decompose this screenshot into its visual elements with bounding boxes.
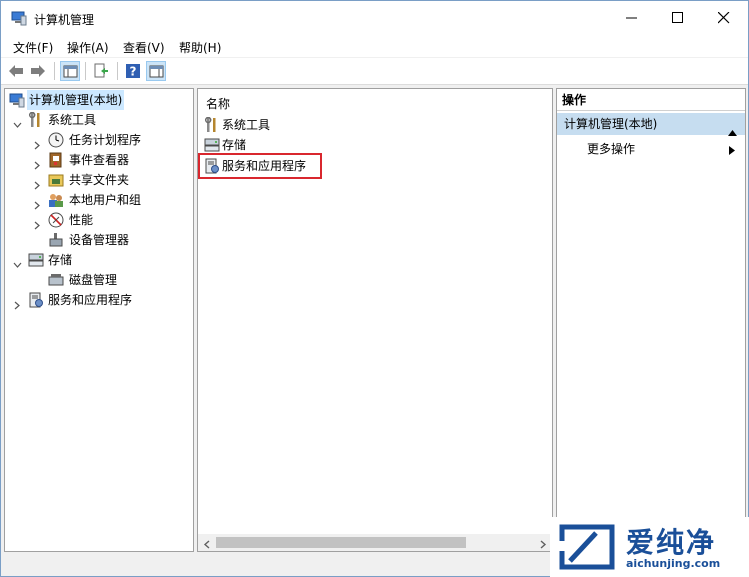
forward-button[interactable] <box>28 61 48 81</box>
services-icon <box>28 292 44 308</box>
more-actions-item[interactable]: 更多操作 <box>587 139 635 159</box>
maximize-button[interactable] <box>655 1 701 35</box>
back-button[interactable] <box>6 61 26 81</box>
menu-bar: 文件(F) 操作(A) 查看(V) 帮助(H) <box>1 35 748 57</box>
watermark: 爱纯净 aichunjing.com <box>550 517 749 577</box>
tree-label: 本地用户和组 <box>69 193 142 207</box>
action-pane-title: 操作 <box>557 89 745 111</box>
back-arrow-icon <box>9 65 23 77</box>
show-hide-console-tree-button[interactable] <box>60 61 80 81</box>
users-icon <box>48 192 64 208</box>
menu-help[interactable]: 帮助(H) <box>179 39 221 56</box>
system-tools-icon <box>28 111 44 128</box>
storage-icon <box>204 137 220 153</box>
menu-view[interactable]: 查看(V) <box>123 39 165 56</box>
toolbar: ? <box>1 58 748 85</box>
show-hide-action-pane-button[interactable] <box>146 61 166 81</box>
forward-arrow-icon <box>31 65 45 77</box>
action-group-label: 计算机管理(本地) <box>564 117 658 131</box>
action-pane: 操作 计算机管理(本地) 更多操作 <box>556 88 746 552</box>
chevron-down-icon[interactable] <box>13 256 22 276</box>
disk-management-icon <box>48 272 64 288</box>
list-label: 存储 <box>222 138 247 152</box>
chevron-right-icon[interactable] <box>33 156 42 176</box>
tree-label: 共享文件夹 <box>69 173 130 187</box>
submenu-arrow-icon[interactable] <box>729 144 735 158</box>
column-header-name[interactable]: 名称 <box>206 95 230 112</box>
chevron-right-icon[interactable] <box>33 176 42 196</box>
collapse-up-icon[interactable] <box>728 121 737 143</box>
menu-file[interactable]: 文件(F) <box>13 39 53 56</box>
title-bar: 计算机管理 <box>1 1 748 35</box>
chevron-right-icon[interactable] <box>33 216 42 236</box>
close-button[interactable] <box>701 1 747 35</box>
chevron-down-icon[interactable] <box>13 116 22 136</box>
export-icon <box>94 63 108 78</box>
help-icon: ? <box>126 64 140 79</box>
tree-label: 性能 <box>69 213 94 227</box>
chevron-right-icon[interactable] <box>33 196 42 216</box>
performance-icon <box>48 212 64 228</box>
window-title: 计算机管理 <box>34 13 95 27</box>
computer-management-icon <box>9 92 25 108</box>
event-viewer-icon <box>48 152 64 168</box>
scroll-right-icon[interactable] <box>539 538 547 552</box>
tree-label: 计算机管理(本地) <box>27 90 125 110</box>
computer-management-icon <box>11 10 27 26</box>
storage-icon <box>28 252 44 268</box>
tree-label: 事件查看器 <box>69 153 130 167</box>
action-group-computer-management[interactable]: 计算机管理(本地) <box>557 113 745 136</box>
export-list-button[interactable] <box>91 61 111 81</box>
tree-label: 磁盘管理 <box>69 273 118 287</box>
chevron-right-icon[interactable] <box>13 296 22 316</box>
highlight-annotation-box <box>198 153 322 179</box>
menu-action[interactable]: 操作(A) <box>67 39 109 56</box>
list-label: 系统工具 <box>222 118 271 132</box>
tree-label: 任务计划程序 <box>69 133 142 147</box>
scrollbar-thumb[interactable] <box>216 537 466 548</box>
watermark-url: aichunjing.com <box>626 557 721 570</box>
watermark-brand-text: 爱纯净 <box>626 526 717 559</box>
tree-label: 设备管理器 <box>69 233 130 247</box>
device-manager-icon <box>48 232 64 248</box>
tree-label: 服务和应用程序 <box>48 293 133 307</box>
console-tree-icon <box>63 65 78 78</box>
clock-icon <box>48 132 64 148</box>
results-pane: 名称 系统工具 存储 服务和应用程序 <box>197 88 553 552</box>
tree-label: 系统工具 <box>48 113 97 127</box>
action-pane-icon <box>149 65 164 78</box>
help-button[interactable]: ? <box>123 61 143 81</box>
chevron-right-icon[interactable] <box>33 136 42 156</box>
toolbar-separator <box>117 62 118 80</box>
system-tools-icon <box>204 116 220 133</box>
console-tree-pane: 计算机管理(本地) 系统工具 任务计划程序 事件查看器 共享文件夹 本地用户和组… <box>4 88 194 552</box>
scroll-left-icon[interactable] <box>203 538 211 552</box>
computer-management-window: 计算机管理 文件(F) 操作(A) 查看(V) 帮助(H) ? 计算机管理(本地… <box>0 0 749 577</box>
brand-logo-icon <box>556 523 618 574</box>
tree-label: 存储 <box>48 253 73 267</box>
minimize-button[interactable] <box>609 1 655 35</box>
toolbar-separator <box>54 62 55 80</box>
svg-text:?: ? <box>130 65 137 79</box>
toolbar-separator <box>85 62 86 80</box>
shared-folder-icon <box>48 172 64 188</box>
horizontal-scrollbar[interactable] <box>198 534 552 551</box>
